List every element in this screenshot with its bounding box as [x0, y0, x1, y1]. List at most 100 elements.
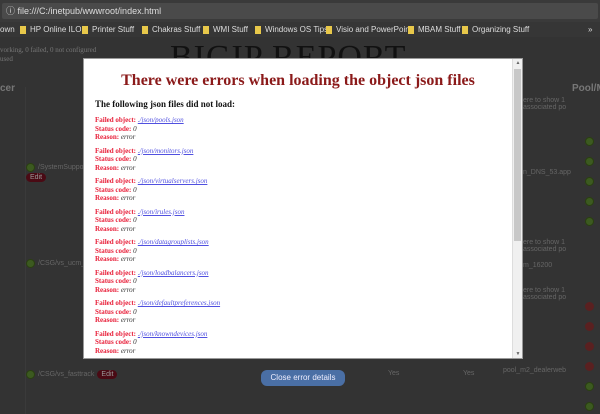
status-summary: vorking, 0 failed, 0 not configured: [0, 46, 97, 54]
status-code-value: 0: [133, 307, 137, 316]
bookmark[interactable]: HP Online ILO: [20, 25, 81, 34]
pool-note[interactable]: ere to show 1 associated po: [523, 287, 600, 301]
error-entry: Failed object: ./json/irules.json Status…: [95, 208, 501, 234]
status-code-value: 0: [133, 246, 137, 255]
bookmark[interactable]: Printer Stuff: [82, 25, 134, 34]
failed-object-link[interactable]: ./json/loadbalancers.json: [138, 269, 209, 277]
pool-note[interactable]: ere to show 1 associated po: [523, 239, 600, 253]
failed-object-label: Failed object:: [95, 238, 137, 246]
failed-object-label: Failed object:: [95, 299, 137, 307]
failed-object-link[interactable]: ./json/irules.json: [138, 208, 185, 216]
status-code-label: Status code:: [95, 185, 132, 194]
column-header[interactable]: cer: [0, 83, 15, 94]
failed-object-label: Failed object:: [95, 329, 137, 338]
reason-label: Reason:: [95, 133, 120, 141]
error-entry: Failed object: ./json/datagrouplists.jso…: [95, 238, 501, 264]
reason-value: error: [120, 163, 136, 172]
failed-object-link[interactable]: ./json/monitors.json: [138, 147, 194, 155]
bookmark[interactable]: own: [0, 25, 15, 34]
bookmark[interactable]: MBAM Stuff: [408, 25, 461, 34]
status-code-label: Status code:: [95, 216, 132, 224]
reason-value: error: [120, 285, 136, 294]
error-entry: Failed object: ./json/monitors.json Stat…: [95, 147, 501, 173]
reason-label: Reason:: [95, 194, 120, 202]
reason-value: error: [120, 316, 136, 324]
status-code-value: 0: [133, 185, 137, 194]
address-bar[interactable]: ⓘ file:///C:/inetpub/wwwroot/index.html: [2, 3, 598, 19]
bookmark[interactable]: Organizing Stuff: [462, 25, 529, 34]
pool-note[interactable]: ere to show 1 associated po: [523, 97, 600, 111]
bookmarks-bar: own HP Online ILO Printer Stuff Chakras …: [0, 22, 600, 37]
error-modal: There were errors when loading the objec…: [83, 58, 523, 359]
folder-icon: [82, 25, 88, 34]
status-code-label: Status code:: [95, 307, 132, 316]
folder-icon: [255, 25, 261, 34]
bookmark[interactable]: WMI Stuff: [203, 25, 248, 34]
reason-label: Reason:: [95, 255, 120, 263]
modal-scrollbar[interactable]: ▲ ▼: [512, 59, 522, 358]
reason-label: Reason:: [95, 346, 120, 355]
reason-value: error: [120, 224, 136, 233]
bookmark[interactable]: Visio and PowerPoin: [326, 25, 410, 34]
reason-label: Reason:: [95, 163, 120, 172]
status-code-value: 0: [133, 277, 137, 285]
column-header-pool[interactable]: Pool/M: [572, 83, 600, 94]
failed-object-link[interactable]: ./json/virtualservers.json: [138, 177, 208, 185]
url-text: file:///C:/inetpub/wwwroot/index.html: [17, 6, 162, 16]
error-entry: Failed object: ./json/pools.json Status …: [95, 116, 501, 142]
bookmark[interactable]: Windows OS Tips: [255, 25, 328, 34]
close-error-details-button[interactable]: Close error details: [261, 370, 345, 386]
error-entry: Failed object: ./json/virtualservers.jso…: [95, 177, 501, 203]
table-row: /SystemSupport/: [26, 163, 90, 172]
more-bookmarks[interactable]: »: [588, 25, 592, 34]
reason-label: Reason:: [95, 316, 120, 324]
reason-value: error: [120, 346, 136, 355]
failed-object-link[interactable]: ./json/defaultpreferences.json: [138, 299, 220, 307]
status-code-value: 0: [133, 155, 137, 163]
failed-object-label: Failed object:: [95, 116, 137, 124]
failed-object-label: Failed object:: [95, 177, 137, 185]
status-code-label: Status code:: [95, 246, 132, 255]
status-code-label: Status code:: [95, 124, 132, 133]
error-entry: Failed object: ./json/loadbalancers.json…: [95, 269, 501, 295]
status-ok-icon: [26, 370, 35, 379]
modal-title: There were errors when loading the objec…: [121, 72, 475, 89]
cell: Yes: [463, 370, 475, 377]
folder-icon: [142, 25, 148, 34]
failed-object-label: Failed object:: [95, 268, 137, 277]
status-ok-icon: [26, 259, 35, 268]
failed-object-link[interactable]: ./json/pools.json: [138, 116, 184, 124]
browser-toolbar: ⓘ file:///C:/inetpub/wwwroot/index.html: [0, 0, 600, 22]
scroll-down-icon[interactable]: ▼: [513, 351, 523, 357]
edit-button[interactable]: Edit: [97, 370, 118, 379]
status-code-label: Status code:: [95, 155, 132, 163]
scroll-up-icon[interactable]: ▲: [513, 60, 523, 66]
error-entry: Failed object: ./json/defaultpreferences…: [95, 299, 501, 325]
status-code-value: 0: [133, 216, 137, 224]
reason-value: error: [120, 194, 136, 202]
pool-name: m_16200: [523, 262, 553, 269]
reason-label: Reason:: [95, 285, 120, 294]
status-code-value: 0: [133, 338, 137, 346]
edit-button[interactable]: Edit: [26, 173, 47, 182]
failed-object-link[interactable]: ./json/datagrouplists.json: [138, 238, 209, 246]
status-code-label: Status code:: [95, 277, 132, 285]
failed-object-label: Failed object:: [95, 146, 137, 155]
failed-object-link[interactable]: ./json/knowndevices.json: [138, 330, 208, 338]
failed-object-label: Failed object:: [95, 207, 137, 216]
folder-icon: [20, 25, 26, 34]
folder-icon: [326, 25, 332, 34]
scrollbar-thumb[interactable]: [514, 69, 521, 241]
status-code-label: Status code:: [95, 338, 132, 346]
status-ok-icon: [26, 163, 35, 172]
bookmark[interactable]: Chakras Stuff: [142, 25, 200, 34]
reason-value: error: [120, 133, 136, 141]
pool-name: pool_m2_dealerweb: [503, 367, 567, 374]
cell: Yes: [388, 370, 400, 377]
error-entry: Failed object: ./json/knowndevices.json …: [95, 330, 501, 356]
folder-icon: [462, 25, 468, 34]
reason-label: Reason:: [95, 224, 120, 233]
table-row: /CSG/vs_fasttrack Edit: [26, 370, 118, 379]
folder-icon: [203, 25, 209, 34]
status-code-value: 0: [133, 124, 137, 133]
